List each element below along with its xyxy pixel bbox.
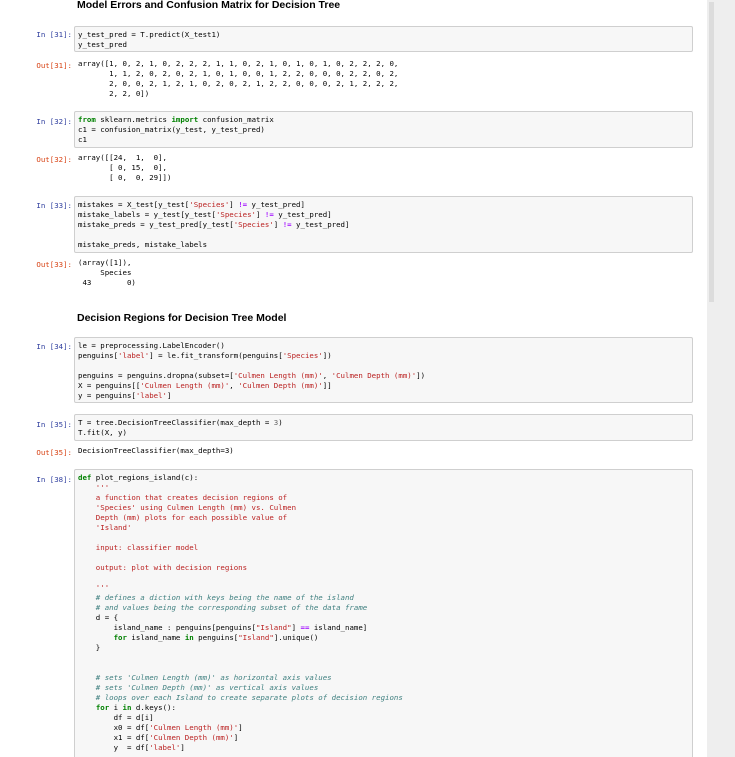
code-cell-38[interactable]: def plot_regions_island(c): ''' a functi… bbox=[74, 469, 693, 757]
input-prompt-31: In [31]: bbox=[36, 30, 72, 39]
code-cell-34[interactable]: le = preprocessing.LabelEncoder() pengui… bbox=[74, 337, 693, 403]
notebook-page: Model Errors and Confusion Matrix for De… bbox=[0, 0, 707, 757]
output-prompt-33: Out[33]: bbox=[36, 260, 72, 269]
code-cell-31-source[interactable]: y_test_pred = T.predict(X_test1) y_test_… bbox=[78, 30, 220, 50]
output-prompt-31: Out[31]: bbox=[36, 61, 72, 70]
code-cell-35-source[interactable]: T = tree.DecisionTreeClassifier(max_dept… bbox=[78, 418, 283, 438]
code-cell-31[interactable]: y_test_pred = T.predict(X_test1) y_test_… bbox=[74, 26, 693, 52]
code-cell-35[interactable]: T = tree.DecisionTreeClassifier(max_dept… bbox=[74, 414, 693, 441]
output-35: DecisionTreeClassifier(max_depth=3) bbox=[78, 446, 234, 455]
input-prompt-33: In [33]: bbox=[36, 201, 72, 210]
output-prompt-32: Out[32]: bbox=[36, 155, 72, 164]
code-cell-34-source[interactable]: le = preprocessing.LabelEncoder() pengui… bbox=[78, 341, 425, 401]
code-cell-38-source[interactable]: def plot_regions_island(c): ''' a functi… bbox=[78, 473, 403, 753]
output-33: (array([1]), Species 43 0) bbox=[78, 258, 136, 287]
code-cell-32[interactable]: from sklearn.metrics import confusion_ma… bbox=[74, 111, 693, 148]
output-32: array([[24, 1, 0], [ 0, 15, 0], [ 0, 0, … bbox=[78, 153, 172, 182]
input-prompt-38: In [38]: bbox=[36, 475, 72, 484]
input-prompt-34: In [34]: bbox=[36, 342, 72, 351]
input-prompt-35: In [35]: bbox=[36, 420, 72, 429]
code-cell-33[interactable]: mistakes = X_test[y_test['Species'] != y… bbox=[74, 196, 693, 253]
section-heading-errors: Model Errors and Confusion Matrix for De… bbox=[77, 0, 341, 11]
page-scrollbar[interactable] bbox=[707, 0, 735, 757]
output-prompt-35: Out[35]: bbox=[36, 448, 72, 457]
code-cell-33-source[interactable]: mistakes = X_test[y_test['Species'] != y… bbox=[78, 200, 349, 250]
output-31: array([1, 0, 2, 1, 0, 2, 2, 2, 1, 1, 0, … bbox=[78, 59, 399, 98]
input-prompt-32: In [32]: bbox=[36, 117, 72, 126]
code-cell-32-source[interactable]: from sklearn.metrics import confusion_ma… bbox=[78, 115, 274, 145]
scrollbar-thumb[interactable] bbox=[709, 2, 714, 302]
section-heading-regions: Decision Regions for Decision Tree Model bbox=[77, 312, 287, 324]
